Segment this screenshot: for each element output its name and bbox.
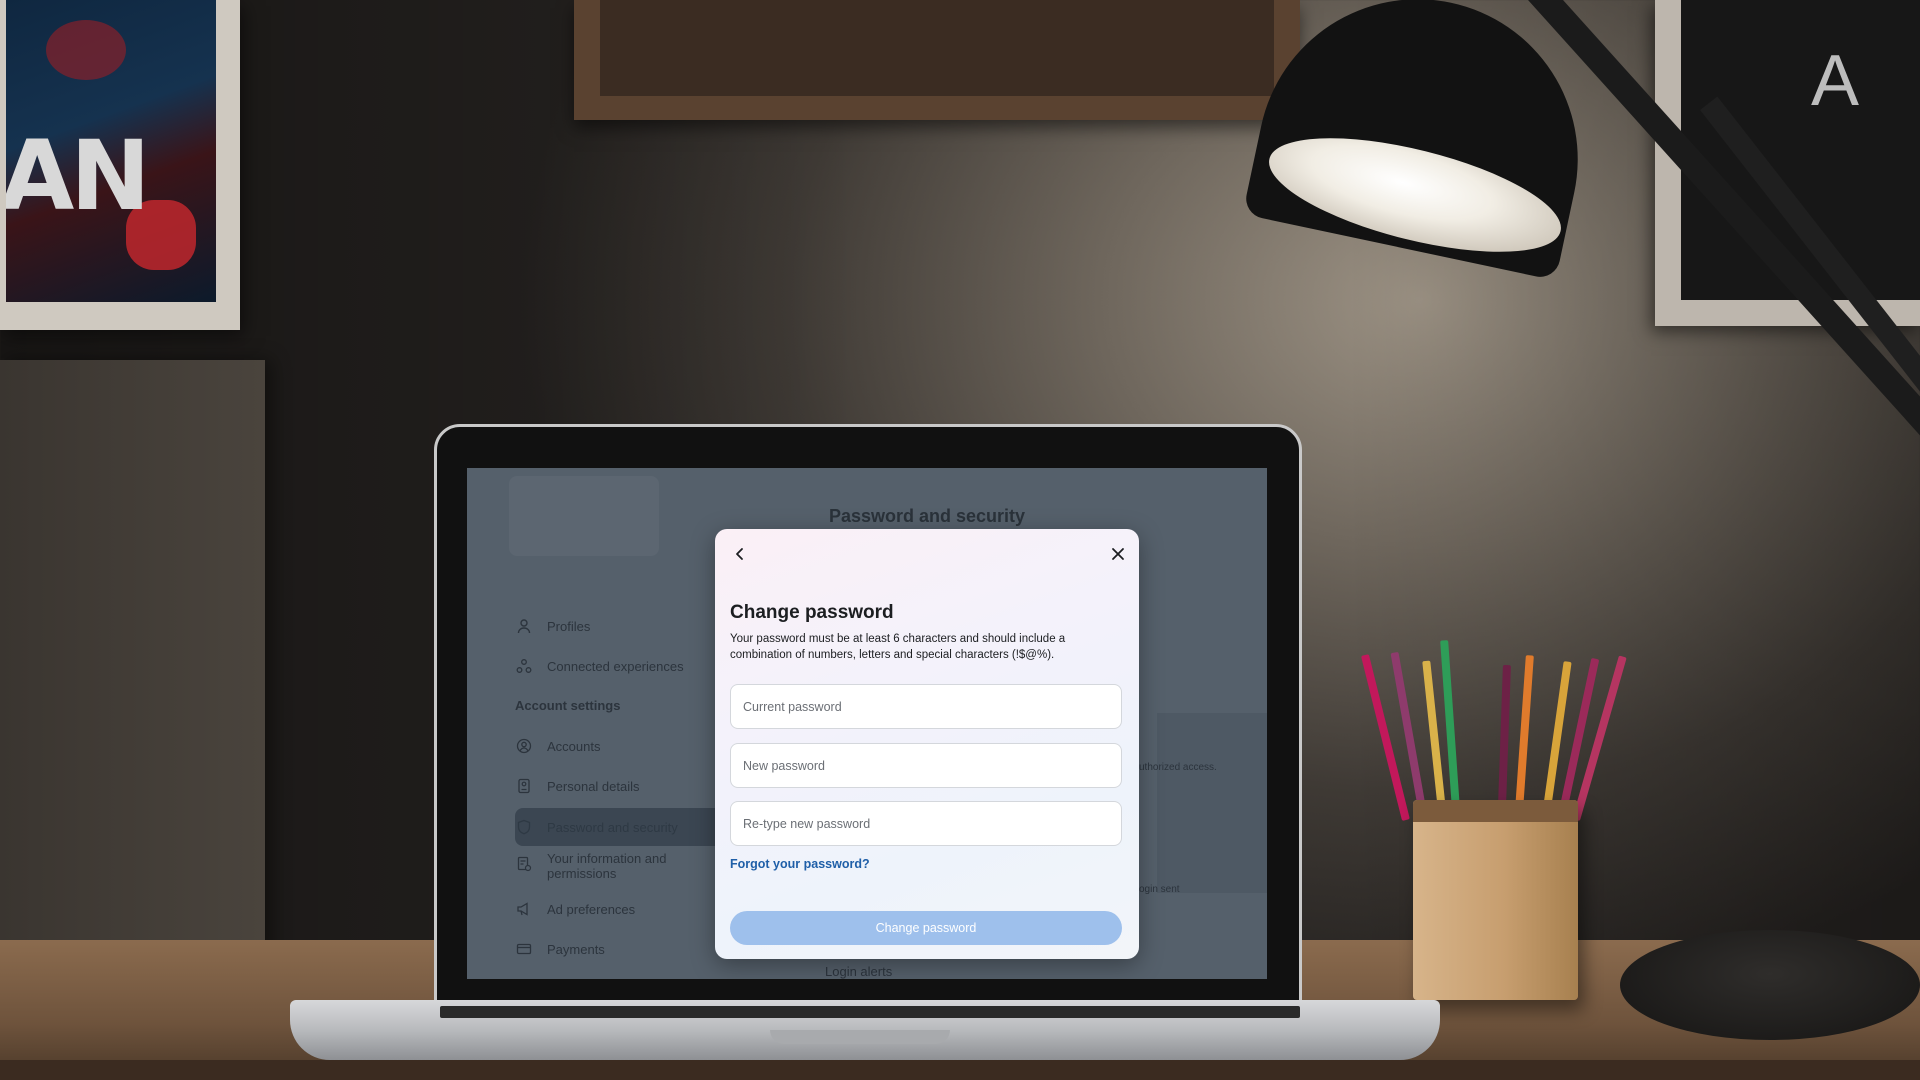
lamp-base [1620,930,1920,1040]
sidebar-item-profiles[interactable]: Profiles [515,611,590,641]
sidebar-item-connected-experiences[interactable]: Connected experiences [515,651,684,681]
pencil-cup [1413,800,1578,1000]
info-doc-icon [515,855,533,873]
change-password-button[interactable]: Change password [730,911,1122,945]
picture-frame-top [574,0,1300,120]
page-title: Password and security [828,506,1026,526]
retype-password-field[interactable] [730,801,1122,846]
account-circle-icon [515,737,533,755]
sidebar-item-label: Ad preferences [547,901,636,917]
megaphone-icon [515,900,533,918]
current-password-field[interactable] [730,684,1122,729]
sidebar-item-label: Password and security [547,819,678,835]
forgot-password-link[interactable]: Forgot your password? [730,857,870,871]
desk-edge [0,1060,1920,1080]
back-button[interactable] [729,543,751,565]
change-password-dialog: Change password Your password must be at… [715,529,1139,959]
background-text: uthorized access. [1139,762,1217,773]
shield-icon [515,818,533,836]
sidebar-item-label: Connected experiences [547,658,684,674]
close-icon [1112,548,1124,560]
id-card-icon [515,777,533,795]
pencil-cup-rim [1413,800,1578,822]
chevron-left-icon [736,548,743,560]
laptop-screen: Password and security Profiles Connected… [467,468,1267,979]
background-text: ogin sent [1139,884,1180,895]
dialog-description: Your password must be at least 6 charact… [730,633,1066,661]
poster-left-art: AN [6,0,216,302]
poster-right-text: A [1811,41,1860,121]
sidebar-item-password-security[interactable]: Password and security [515,812,678,842]
poster-left: AN [0,0,240,330]
laptop-notch [770,1030,950,1044]
sidebar-item-payments[interactable]: Payments [515,934,605,964]
sidebar-item-label: Personal details [547,778,640,794]
close-button[interactable] [1107,543,1129,565]
person-icon [515,617,533,635]
sidebar-item-label: Profiles [547,618,591,634]
sidebar-section-heading: Account settings [515,698,621,713]
sidebar-item-your-information[interactable]: Your information and permissions [515,851,687,889]
sidebar-item-personal-details[interactable]: Personal details [515,771,640,801]
laptop-keyboard-edge [440,1006,1300,1018]
connected-icon [515,657,533,675]
sidebar-item-label: Your information and permissions [547,851,667,881]
sidebar-item-ad-preferences[interactable]: Ad preferences [515,894,635,924]
sidebar-item-label: Accounts [547,738,601,754]
sidebar-item-accounts[interactable]: Accounts [515,731,600,761]
new-password-field[interactable] [730,743,1122,788]
sidebar-item-label: Payments [547,941,605,957]
dialog-title: Change password [730,602,894,623]
content-panel-dimmed [1157,713,1267,893]
login-alerts-item[interactable]: Login alerts [825,964,892,979]
card-icon [515,940,533,958]
poster-left-text: AN [6,120,151,232]
